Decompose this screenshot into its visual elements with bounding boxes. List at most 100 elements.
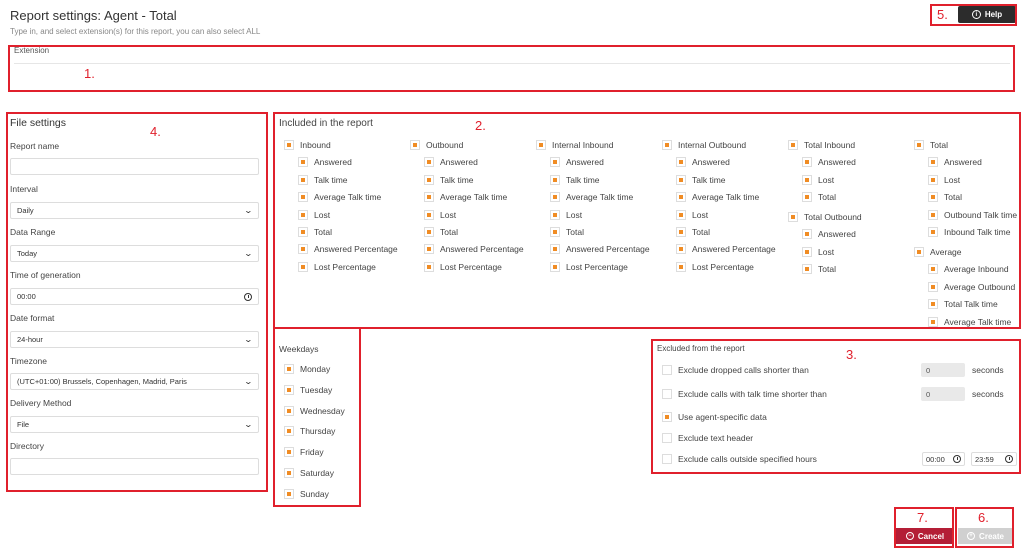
included-outbound-item-3-row[interactable]: Lost bbox=[424, 210, 456, 220]
included-total-item-0-row[interactable]: Answered bbox=[928, 157, 982, 167]
included-inbound-item-3-checkbox[interactable] bbox=[298, 210, 308, 220]
included-internal-outbound-item-4-row[interactable]: Total bbox=[676, 227, 710, 237]
included-internal-inbound-item-1-row[interactable]: Talk time bbox=[550, 175, 600, 185]
included-average-item-3-checkbox[interactable] bbox=[928, 317, 938, 327]
weekday-wednesday-row[interactable]: Wednesday bbox=[284, 406, 345, 416]
included-internal-inbound-item-5-checkbox[interactable] bbox=[550, 244, 560, 254]
included-internal-inbound-item-6-row[interactable]: Lost Percentage bbox=[550, 262, 628, 272]
included-outbound-row[interactable]: Outbound bbox=[410, 140, 463, 150]
included-outbound-item-6-checkbox[interactable] bbox=[424, 262, 434, 272]
included-total-item-3-checkbox[interactable] bbox=[928, 210, 938, 220]
included-inbound-item-0-checkbox[interactable] bbox=[298, 157, 308, 167]
included-total-item-3-row[interactable]: Outbound Talk time bbox=[928, 210, 1017, 220]
included-internal-outbound-row[interactable]: Internal Outbound bbox=[662, 140, 746, 150]
included-internal-outbound-item-3-row[interactable]: Lost bbox=[676, 210, 708, 220]
included-total-outbound-row[interactable]: Total Outbound bbox=[788, 212, 862, 222]
included-average-checkbox[interactable] bbox=[914, 247, 924, 257]
weekday-thursday-row[interactable]: Thursday bbox=[284, 426, 335, 436]
included-internal-outbound-item-6-row[interactable]: Lost Percentage bbox=[676, 262, 754, 272]
included-total-item-4-checkbox[interactable] bbox=[928, 227, 938, 237]
included-outbound-item-2-checkbox[interactable] bbox=[424, 192, 434, 202]
weekday-thursday-checkbox[interactable] bbox=[284, 426, 294, 436]
included-total-outbound-checkbox[interactable] bbox=[788, 212, 798, 222]
included-inbound-item-1-row[interactable]: Talk time bbox=[298, 175, 348, 185]
included-total-inbound-checkbox[interactable] bbox=[788, 140, 798, 150]
included-outbound-item-5-row[interactable]: Answered Percentage bbox=[424, 244, 524, 254]
included-total-inbound-item-0-checkbox[interactable] bbox=[802, 157, 812, 167]
included-inbound-item-2-checkbox[interactable] bbox=[298, 192, 308, 202]
included-average-item-0-checkbox[interactable] bbox=[928, 264, 938, 274]
included-total-inbound-item-1-checkbox[interactable] bbox=[802, 175, 812, 185]
included-internal-inbound-item-1-checkbox[interactable] bbox=[550, 175, 560, 185]
included-internal-outbound-item-4-checkbox[interactable] bbox=[676, 227, 686, 237]
weekday-wednesday-checkbox[interactable] bbox=[284, 406, 294, 416]
included-total-outbound-item-2-checkbox[interactable] bbox=[802, 264, 812, 274]
included-total-checkbox[interactable] bbox=[914, 140, 924, 150]
weekday-tuesday-checkbox[interactable] bbox=[284, 385, 294, 395]
included-total-inbound-item-0-row[interactable]: Answered bbox=[802, 157, 856, 167]
weekday-sunday-row[interactable]: Sunday bbox=[284, 489, 329, 499]
included-average-item-2-checkbox[interactable] bbox=[928, 299, 938, 309]
included-internal-outbound-item-0-checkbox[interactable] bbox=[676, 157, 686, 167]
included-internal-outbound-item-6-checkbox[interactable] bbox=[676, 262, 686, 272]
included-total-inbound-item-1-row[interactable]: Lost bbox=[802, 175, 834, 185]
included-internal-inbound-item-2-checkbox[interactable] bbox=[550, 192, 560, 202]
included-average-item-2-row[interactable]: Total Talk time bbox=[928, 299, 998, 309]
included-average-item-1-row[interactable]: Average Outbound bbox=[928, 282, 1015, 292]
included-inbound-item-6-row[interactable]: Lost Percentage bbox=[298, 262, 376, 272]
included-total-inbound-row[interactable]: Total Inbound bbox=[788, 140, 855, 150]
included-outbound-item-4-checkbox[interactable] bbox=[424, 227, 434, 237]
included-average-item-1-checkbox[interactable] bbox=[928, 282, 938, 292]
weekday-sunday-checkbox[interactable] bbox=[284, 489, 294, 499]
included-inbound-item-5-row[interactable]: Answered Percentage bbox=[298, 244, 398, 254]
included-total-item-2-row[interactable]: Total bbox=[928, 192, 962, 202]
included-internal-inbound-item-2-row[interactable]: Average Talk time bbox=[550, 192, 633, 202]
included-inbound-row[interactable]: Inbound bbox=[284, 140, 331, 150]
included-total-outbound-item-2-row[interactable]: Total bbox=[802, 264, 836, 274]
weekday-monday-row[interactable]: Monday bbox=[284, 364, 330, 374]
weekday-friday-checkbox[interactable] bbox=[284, 447, 294, 457]
included-average-item-0-row[interactable]: Average Inbound bbox=[928, 264, 1009, 274]
included-internal-inbound-item-4-row[interactable]: Total bbox=[550, 227, 584, 237]
included-internal-outbound-item-1-row[interactable]: Talk time bbox=[676, 175, 726, 185]
included-internal-outbound-item-5-row[interactable]: Answered Percentage bbox=[676, 244, 776, 254]
included-total-item-1-checkbox[interactable] bbox=[928, 175, 938, 185]
included-total-item-0-checkbox[interactable] bbox=[928, 157, 938, 167]
included-internal-inbound-item-3-checkbox[interactable] bbox=[550, 210, 560, 220]
included-inbound-item-6-checkbox[interactable] bbox=[298, 262, 308, 272]
included-average-item-3-row[interactable]: Average Talk time bbox=[928, 317, 1011, 327]
included-total-item-1-row[interactable]: Lost bbox=[928, 175, 960, 185]
included-outbound-item-3-checkbox[interactable] bbox=[424, 210, 434, 220]
included-total-outbound-item-0-checkbox[interactable] bbox=[802, 229, 812, 239]
included-outbound-item-5-checkbox[interactable] bbox=[424, 244, 434, 254]
included-inbound-item-0-row[interactable]: Answered bbox=[298, 157, 352, 167]
included-internal-inbound-item-0-checkbox[interactable] bbox=[550, 157, 560, 167]
included-outbound-checkbox[interactable] bbox=[410, 140, 420, 150]
included-total-outbound-item-0-row[interactable]: Answered bbox=[802, 229, 856, 239]
included-outbound-item-2-row[interactable]: Average Talk time bbox=[424, 192, 507, 202]
included-internal-outbound-item-5-checkbox[interactable] bbox=[676, 244, 686, 254]
weekday-tuesday-row[interactable]: Tuesday bbox=[284, 385, 332, 395]
included-total-outbound-item-1-row[interactable]: Lost bbox=[802, 247, 834, 257]
included-outbound-item-1-checkbox[interactable] bbox=[424, 175, 434, 185]
included-internal-inbound-item-5-row[interactable]: Answered Percentage bbox=[550, 244, 650, 254]
weekday-monday-checkbox[interactable] bbox=[284, 364, 294, 374]
included-total-item-4-row[interactable]: Inbound Talk time bbox=[928, 227, 1010, 237]
included-inbound-item-4-row[interactable]: Total bbox=[298, 227, 332, 237]
included-inbound-item-4-checkbox[interactable] bbox=[298, 227, 308, 237]
included-internal-outbound-item-2-checkbox[interactable] bbox=[676, 192, 686, 202]
weekday-saturday-row[interactable]: Saturday bbox=[284, 468, 334, 478]
included-internal-inbound-item-4-checkbox[interactable] bbox=[550, 227, 560, 237]
included-inbound-item-3-row[interactable]: Lost bbox=[298, 210, 330, 220]
weekday-friday-row[interactable]: Friday bbox=[284, 447, 324, 457]
included-total-inbound-item-2-row[interactable]: Total bbox=[802, 192, 836, 202]
included-internal-outbound-item-1-checkbox[interactable] bbox=[676, 175, 686, 185]
included-inbound-item-1-checkbox[interactable] bbox=[298, 175, 308, 185]
included-internal-outbound-item-3-checkbox[interactable] bbox=[676, 210, 686, 220]
included-average-row[interactable]: Average bbox=[914, 247, 962, 257]
included-internal-inbound-item-0-row[interactable]: Answered bbox=[550, 157, 604, 167]
included-total-inbound-item-2-checkbox[interactable] bbox=[802, 192, 812, 202]
included-internal-inbound-item-6-checkbox[interactable] bbox=[550, 262, 560, 272]
included-internal-outbound-item-2-row[interactable]: Average Talk time bbox=[676, 192, 759, 202]
included-inbound-checkbox[interactable] bbox=[284, 140, 294, 150]
